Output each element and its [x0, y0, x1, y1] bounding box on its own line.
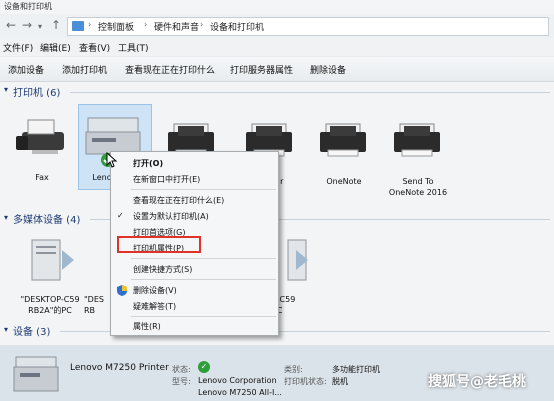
window-title: 设备和打印机: [4, 2, 52, 11]
device-label: Fax: [35, 173, 49, 182]
menu-bar: 文件(F) 编辑(E) 查看(V) 工具(T): [0, 38, 554, 56]
menu-item-set-default[interactable]: ✓ 设置为默认打印机(A): [111, 209, 278, 223]
menu-item-troubleshoot[interactable]: 疑难解答(T): [111, 299, 278, 313]
group-header-multimedia[interactable]: 多媒体设备 (4): [13, 211, 80, 226]
back-icon[interactable]: ←: [6, 18, 16, 32]
add-printer-button[interactable]: 添加打印机: [62, 63, 107, 76]
navigation-bar: ← → ▾ ↑ › 控制面板 › 硬件和声音 › 设备和打印机: [0, 14, 554, 38]
group-divider: [70, 92, 550, 93]
menu-edit[interactable]: 编辑(E): [40, 41, 71, 54]
checkmark-icon: ✓: [117, 211, 124, 220]
highlight-box: [117, 236, 201, 253]
media-desktop-pc-1[interactable]: "DESKTOP-C59 RB2A"的PC: [20, 236, 80, 315]
up-icon[interactable]: ↑: [51, 18, 61, 32]
device-label: Send To OneNote 2016: [388, 177, 448, 197]
print-server-properties-button[interactable]: 打印服务器属性: [230, 63, 293, 76]
manufacturer-value: Lenovo Corporation: [198, 376, 277, 385]
device-label: OneNote: [326, 177, 362, 186]
menu-separator: [131, 279, 276, 280]
menu-item-open-new-window[interactable]: 在新窗口中打开(E): [111, 172, 278, 186]
group-header-devices[interactable]: 设备 (3): [13, 323, 50, 338]
collapse-icon[interactable]: ▾: [4, 85, 8, 94]
breadcrumb-devices-printers[interactable]: 设备和打印机: [210, 20, 264, 33]
see-whats-printing-button[interactable]: 查看现在正在打印什么: [125, 63, 215, 76]
collapse-icon[interactable]: ▾: [4, 213, 8, 222]
printer-state-label: 打印机状态:: [284, 377, 327, 386]
printer-fax[interactable]: Fax: [12, 116, 72, 182]
menu-item-create-shortcut[interactable]: 创建快捷方式(S): [111, 262, 278, 276]
printer-icon: [394, 123, 440, 157]
printer-icon: [320, 123, 366, 157]
status-ok-icon: ✓: [198, 361, 210, 373]
mouse-cursor-icon: [106, 152, 118, 168]
media-server-icon: [287, 239, 308, 281]
menu-separator: [131, 258, 276, 259]
selected-printer-icon: [13, 356, 59, 392]
breadcrumb-control-panel[interactable]: 控制面板: [98, 20, 134, 33]
menu-item-properties[interactable]: 属性(R): [111, 319, 278, 333]
device-label: "DESKTOP-C59 RB2A"的PC: [20, 295, 80, 315]
category-value: 多功能打印机: [332, 365, 380, 374]
fax-icon: [16, 119, 64, 154]
printer-onenote[interactable]: OneNote: [314, 120, 374, 186]
forward-icon[interactable]: →: [22, 18, 32, 32]
group-header-printers[interactable]: 打印机 (6): [13, 84, 60, 99]
menu-item-remove-device[interactable]: 删除设备(V): [111, 283, 278, 297]
add-device-button[interactable]: 添加设备: [8, 63, 44, 76]
remove-device-button[interactable]: 删除设备: [310, 63, 346, 76]
model-value: Lenovo M7250 All-I...: [198, 388, 282, 397]
history-dropdown-icon[interactable]: ▾: [38, 22, 42, 31]
device-name: Lenovo M7250 Printer: [70, 363, 169, 373]
shield-icon: [117, 285, 127, 296]
control-panel-icon: [72, 21, 84, 31]
command-bar: 添加设备 添加打印机 查看现在正在打印什么 打印服务器属性 删除设备: [0, 57, 554, 82]
menu-tools[interactable]: 工具(T): [118, 41, 149, 54]
address-bar[interactable]: › 控制面板 › 硬件和声音 › 设备和打印机: [67, 17, 549, 36]
collapse-icon[interactable]: ▾: [4, 325, 8, 334]
title-bar: 设备和打印机: [0, 0, 554, 14]
breadcrumb-hardware-sound[interactable]: 硬件和声音: [154, 20, 199, 33]
menu-file[interactable]: 文件(F): [3, 41, 33, 54]
state-label: 状态:: [172, 365, 191, 374]
menu-view[interactable]: 查看(V): [79, 41, 110, 54]
printer-send-to-onenote[interactable]: Send To OneNote 2016: [388, 120, 448, 197]
menu-separator: [131, 316, 276, 317]
category-label: 类别:: [284, 365, 303, 374]
watermark: 搜狐号@老毛桃: [428, 374, 526, 390]
menu-item-open[interactable]: 打开(O): [111, 156, 278, 170]
menu-separator: [131, 189, 276, 190]
menu-item-see-whats-printing[interactable]: 查看现在正在打印什么(E): [111, 193, 278, 207]
model-label: 型号:: [172, 377, 191, 386]
media-server-icon: [31, 239, 74, 281]
printer-state-value: 脱机: [332, 377, 348, 386]
